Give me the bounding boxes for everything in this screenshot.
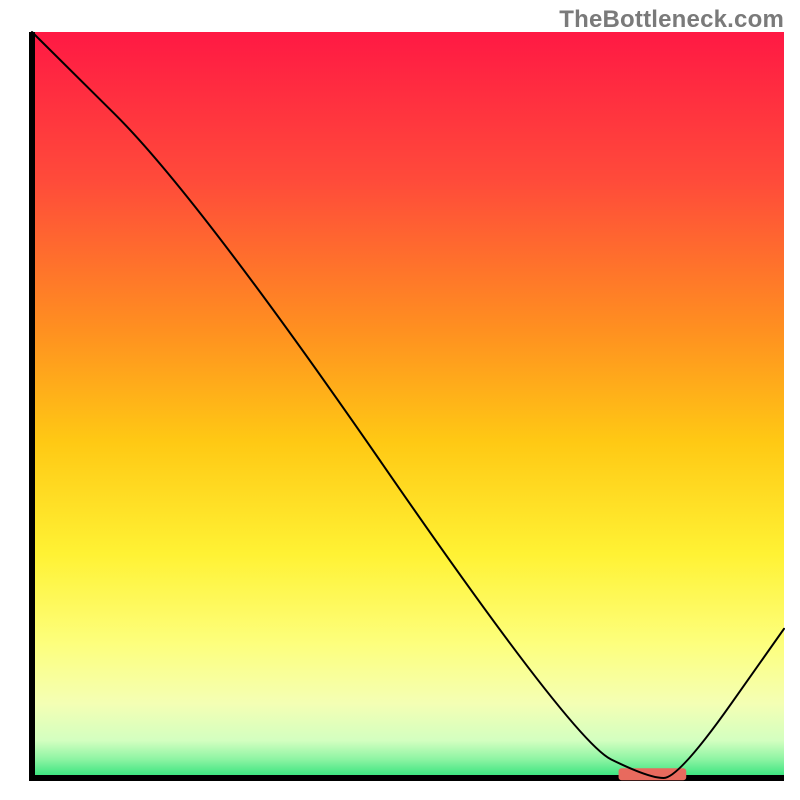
watermark-text: TheBottleneck.com [559, 6, 784, 34]
chart-plot [0, 0, 800, 800]
chart-container: TheBottleneck.com [0, 0, 800, 800]
plot-background [32, 32, 784, 778]
